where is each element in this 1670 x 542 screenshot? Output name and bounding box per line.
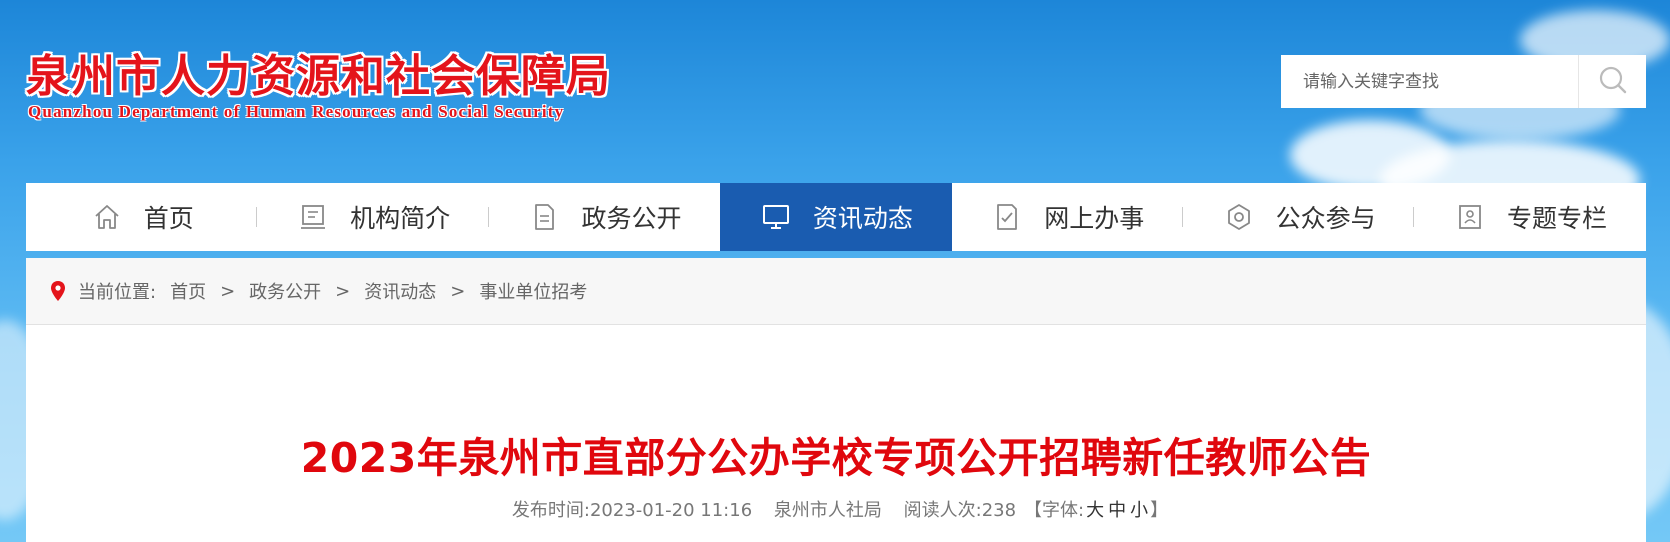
search-button[interactable] bbox=[1578, 55, 1646, 108]
publish-time: 发布时间:2023-01-20 11:16 bbox=[512, 500, 752, 521]
content-panel: 当前位置: 首页 > 政务公开 > 资讯动态 > 事业单位招考 2023年泉州市… bbox=[26, 258, 1646, 542]
breadcrumb-link-recruitment[interactable]: 事业单位招考 bbox=[479, 278, 587, 304]
nav-item-public-participation[interactable]: 公众参与 bbox=[1183, 183, 1415, 251]
nav-item-special-topics[interactable]: 专题专栏 bbox=[1414, 183, 1645, 251]
site-logo-english[interactable]: Quanzhou Department of Human Resources a… bbox=[28, 102, 564, 122]
checklist-icon bbox=[990, 200, 1024, 234]
organization-icon bbox=[296, 200, 330, 234]
breadcrumb-separator: > bbox=[335, 280, 351, 302]
nav-item-home[interactable]: 首页 bbox=[26, 183, 258, 251]
font-size-open: 【字体: bbox=[1024, 500, 1085, 521]
nav-item-news[interactable]: 资讯动态 bbox=[720, 183, 952, 251]
main-nav: 首页 机构简介 政务公开 资讯动态 网上办事 公众参与 专题专栏 bbox=[26, 183, 1646, 251]
badge-icon bbox=[1222, 200, 1256, 234]
breadcrumb-separator: > bbox=[220, 280, 236, 302]
nav-item-label: 首页 bbox=[143, 204, 194, 233]
nav-item-label: 机构简介 bbox=[350, 204, 451, 233]
home-icon bbox=[90, 200, 124, 234]
breadcrumb-separator: > bbox=[450, 280, 466, 302]
nav-item-online-services[interactable]: 网上办事 bbox=[952, 183, 1183, 251]
nav-item-label: 专题专栏 bbox=[1507, 204, 1608, 233]
article-meta: 发布时间:2023-01-20 11:16 泉州市人社局 阅读人次:238 【字体… bbox=[26, 496, 1646, 522]
breadcrumb: 当前位置: 首页 > 政务公开 > 资讯动态 > 事业单位招考 bbox=[26, 258, 1646, 325]
publish-time-label: 发布时间: bbox=[511, 500, 590, 521]
font-size-close: 】 bbox=[1150, 500, 1169, 521]
breadcrumb-link-news[interactable]: 资讯动态 bbox=[364, 278, 436, 304]
search-icon bbox=[1598, 65, 1628, 99]
article-source: 泉州市人社局 bbox=[773, 500, 882, 521]
site-header: 泉州市人力资源和社会保障局 Quanzhou Department of Hum… bbox=[0, 0, 1670, 183]
read-count-label: 阅读人次: bbox=[903, 500, 982, 521]
document-icon bbox=[527, 200, 561, 234]
site-logo-chinese[interactable]: 泉州市人力资源和社会保障局 bbox=[26, 40, 611, 104]
font-size-medium-button[interactable]: 中 bbox=[1108, 500, 1126, 521]
nav-item-label: 网上办事 bbox=[1044, 204, 1145, 233]
breadcrumb-link-government-affairs[interactable]: 政务公开 bbox=[249, 278, 321, 304]
read-count-value: 238 bbox=[981, 500, 1017, 521]
portrait-icon bbox=[1453, 200, 1487, 234]
location-pin-icon bbox=[50, 280, 66, 302]
font-size-large-button[interactable]: 大 bbox=[1086, 500, 1104, 521]
search-box bbox=[1281, 55, 1646, 108]
nav-item-organization[interactable]: 机构简介 bbox=[257, 183, 489, 251]
breadcrumb-link-home[interactable]: 首页 bbox=[170, 278, 206, 304]
nav-item-label: 政务公开 bbox=[581, 204, 682, 233]
breadcrumb-prefix: 当前位置: bbox=[78, 282, 157, 303]
read-count: 阅读人次:238 bbox=[904, 500, 1016, 521]
nav-item-government-affairs[interactable]: 政务公开 bbox=[489, 183, 720, 251]
font-size-switcher: 【字体: 大中小】 bbox=[1024, 500, 1168, 521]
font-size-small-button[interactable]: 小 bbox=[1130, 500, 1148, 521]
publish-time-value: 2023-01-20 11:16 bbox=[589, 500, 753, 521]
monitor-icon bbox=[759, 200, 793, 234]
article-title: 2023年泉州市直部分公办学校专项公开招聘新任教师公告 bbox=[300, 434, 1372, 482]
search-input[interactable] bbox=[1281, 55, 1578, 108]
nav-item-label: 资讯动态 bbox=[812, 204, 913, 233]
nav-item-label: 公众参与 bbox=[1275, 204, 1376, 233]
